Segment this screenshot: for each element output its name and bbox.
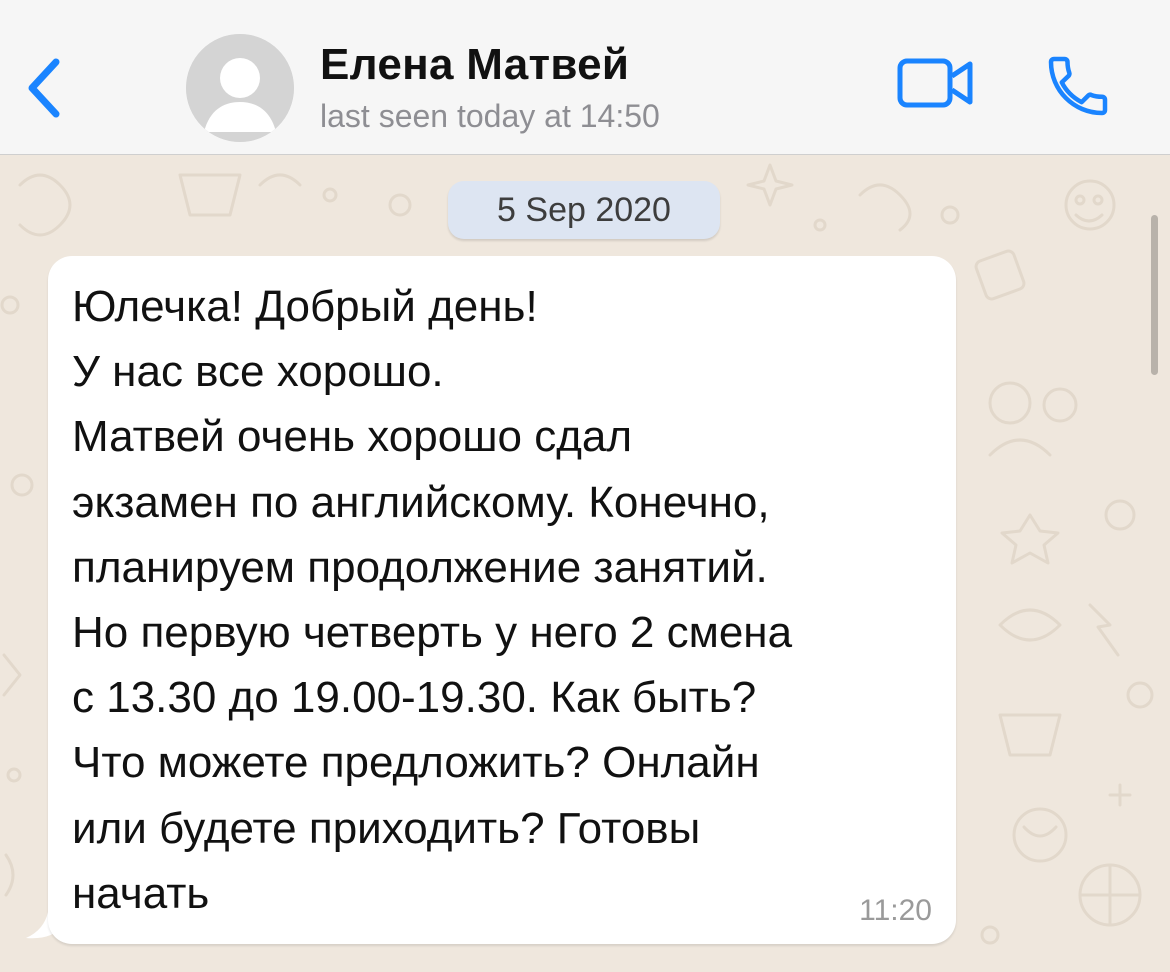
message-line: Матвей очень хорошо сдал — [72, 412, 633, 462]
message-line: планируем продолжение занятий. — [72, 542, 768, 592]
message-line: экзамен по английскому. Конечно, — [72, 477, 770, 527]
chevron-left-icon — [28, 58, 60, 118]
message-line: или будете приходить? Готовы — [72, 803, 701, 853]
message-line: с 13.30 до 19.00-19.30. Как быть? — [72, 673, 757, 723]
message-line: Но первую четверть у него 2 смена — [72, 608, 793, 658]
contact-name[interactable]: Елена Матвей — [320, 40, 629, 90]
scrollbar[interactable] — [1151, 215, 1158, 375]
contact-avatar[interactable] — [186, 34, 294, 142]
message-timestamp: 11:20 — [859, 894, 932, 927]
message-line: У нас все хорошо. — [72, 347, 444, 397]
voice-call-button[interactable] — [1042, 50, 1114, 122]
phone-icon — [1048, 56, 1108, 116]
last-seen-status: last seen today at 14:50 — [320, 98, 660, 134]
message-bubble[interactable]: Юлечка! Добрый день! У нас все хорошо. М… — [48, 256, 956, 944]
message-text: Юлечка! Добрый день! У нас все хорошо. М… — [72, 274, 942, 926]
date-separator: 5 Sep 2020 — [448, 181, 720, 239]
message-line: Юлечка! Добрый день! — [72, 282, 538, 331]
chat-header: Елена Матвей last seen today at 14:50 — [0, 0, 1170, 155]
message-line: начать — [72, 868, 210, 918]
back-button[interactable] — [14, 50, 74, 126]
chat-area[interactable]: 5 Sep 2020 Юлечка! Добрый день! У нас вс… — [0, 155, 1170, 972]
video-call-button[interactable] — [896, 56, 976, 112]
user-icon — [186, 34, 294, 142]
message-line: Что можете предложить? Онлайн — [72, 738, 760, 788]
video-camera-icon — [897, 58, 973, 108]
